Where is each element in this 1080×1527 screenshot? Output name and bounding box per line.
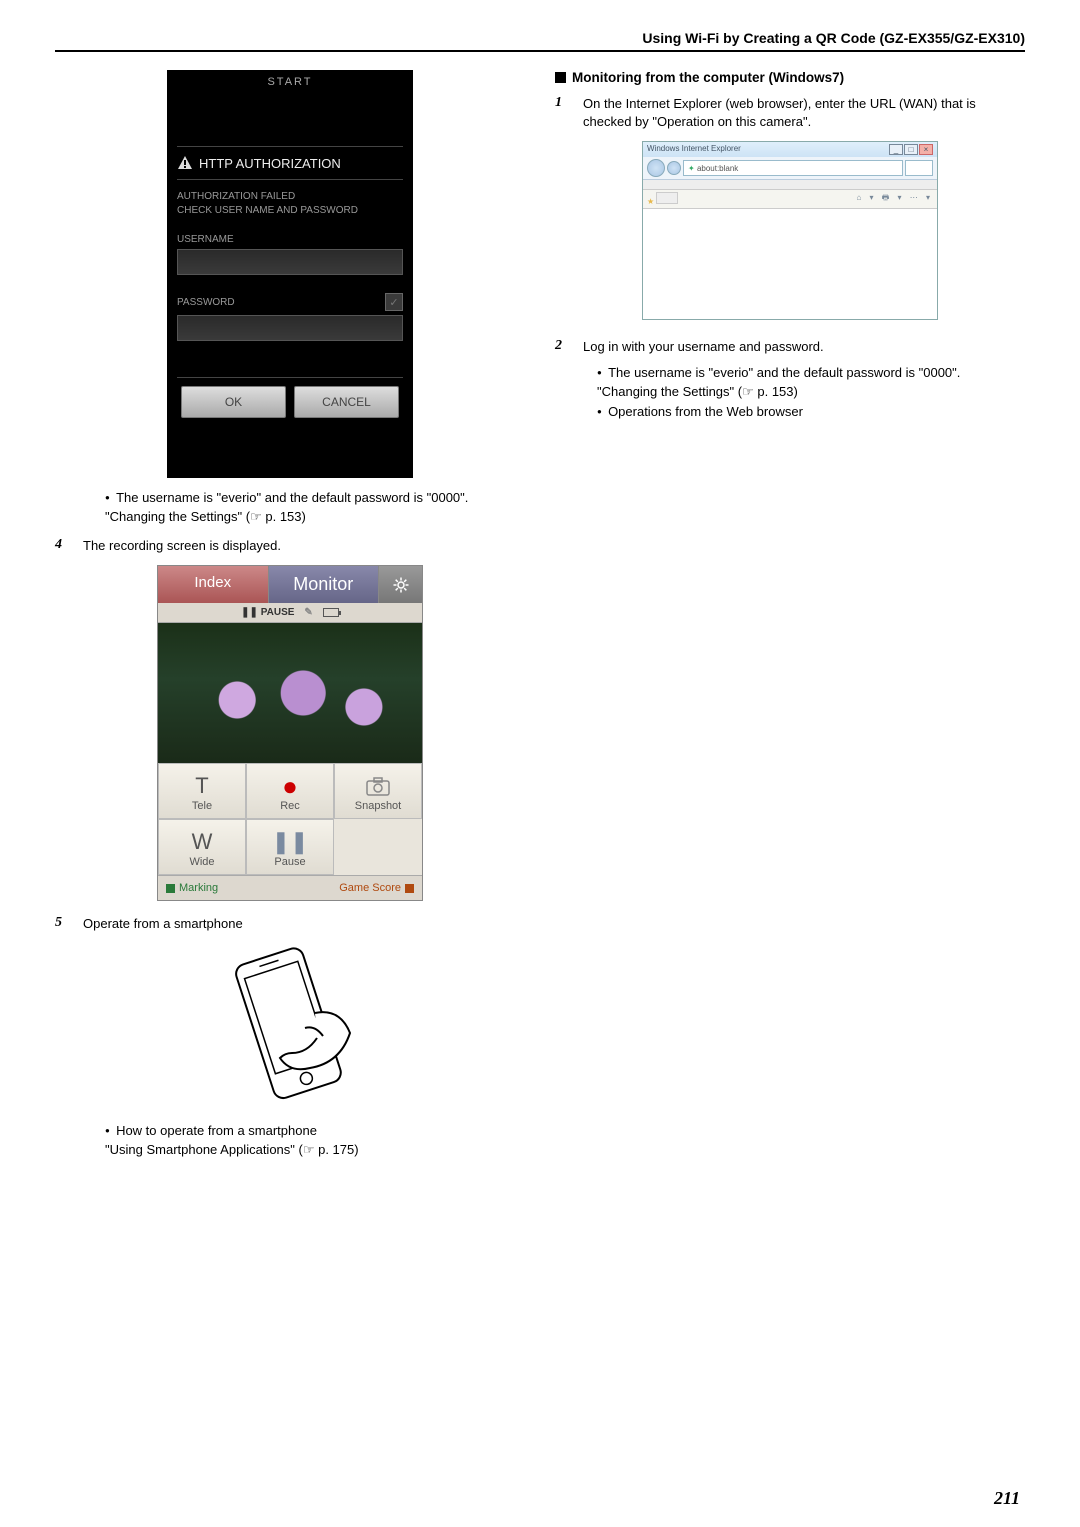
gear-icon	[392, 576, 410, 594]
start-label: START	[167, 70, 413, 94]
empty-cell	[334, 819, 422, 875]
search-box[interactable]	[905, 160, 933, 176]
ie-menubar	[643, 180, 937, 190]
tab-monitor[interactable]: Monitor	[269, 566, 379, 603]
favorites-icon[interactable]: ★	[647, 197, 654, 206]
r2-web-browser-ops: Operations from the Web browser	[597, 402, 1025, 422]
rec-button[interactable]: ● Rec	[246, 763, 334, 819]
link-changing-settings: "Changing the Settings" (☞ p. 153)	[105, 509, 525, 525]
tab-settings-gear[interactable]	[378, 566, 422, 603]
show-password-checkbox[interactable]: ✓	[385, 293, 403, 311]
wide-button[interactable]: W Wide	[158, 819, 246, 875]
step-number-4: 4	[55, 537, 73, 555]
step-r2-text: Log in with your username and password.	[583, 338, 1025, 356]
status-pause-label: ❚❚ PAUSE	[241, 607, 294, 618]
smartphone-illustration	[210, 943, 370, 1113]
note-default-credentials: The username is "everio" and the default…	[105, 490, 525, 505]
step-4-text: The recording screen is displayed.	[83, 537, 525, 555]
pause-button[interactable]: ❚❚ Pause	[246, 819, 334, 875]
page-section-header: Using Wi-Fi by Creating a QR Code (GZ-EX…	[55, 30, 1025, 46]
warning-icon	[177, 155, 193, 171]
tab-index[interactable]: Index	[158, 566, 269, 603]
snapshot-button[interactable]: Snapshot	[334, 763, 422, 819]
r2-link-settings: "Changing the Settings" (☞ p. 153)	[597, 382, 1025, 402]
ie-browser-screenshot: Windows Internet Explorer _□× ✦ about:bl…	[642, 141, 938, 320]
monitor-app-screenshot: Index Monitor ❚❚ PAUSE ✎ T Tele ● Re	[157, 565, 423, 901]
forward-button[interactable]	[667, 161, 681, 175]
ie-toolbar-icons[interactable]: ⌂ ▾ 🖶 ▾ ⋯ ▾	[856, 192, 933, 206]
password-input[interactable]	[177, 315, 403, 341]
auth-fail-line2: CHECK USER NAME AND PASSWORD	[177, 204, 403, 218]
battery-icon	[323, 608, 339, 617]
link-smartphone-apps: "Using Smartphone Applications" (☞ p. 17…	[105, 1142, 525, 1158]
subheading-monitoring-computer: Monitoring from the computer (Windows7)	[555, 70, 1025, 85]
header-rule	[55, 50, 1025, 52]
ie-window-title: Windows Internet Explorer	[647, 144, 741, 155]
auth-dialog-title: HTTP AUTHORIZATION	[177, 146, 403, 180]
marking-button[interactable]: Marking	[166, 882, 218, 894]
r2-credentials-note: The username is "everio" and the default…	[597, 363, 1025, 383]
tele-button[interactable]: T Tele	[158, 763, 246, 819]
step-5-text: Operate from a smartphone	[83, 915, 525, 933]
live-preview-area	[158, 623, 422, 763]
ie-content-area	[643, 209, 937, 319]
auth-fail-line1: AUTHORIZATION FAILED	[177, 190, 403, 204]
step-number-r1: 1	[555, 95, 573, 131]
password-label: PASSWORD	[177, 297, 235, 308]
step-r1-text: On the Internet Explorer (web browser), …	[583, 95, 1025, 131]
game-score-button[interactable]: Game Score	[339, 882, 414, 894]
cancel-button[interactable]: CANCEL	[294, 386, 399, 418]
camera-icon	[365, 775, 391, 797]
step-number-5: 5	[55, 915, 73, 933]
address-bar[interactable]: ✦ about:blank	[683, 160, 903, 176]
page-number: 211	[994, 1488, 1020, 1509]
username-input[interactable]	[177, 249, 403, 275]
note-how-to-operate: How to operate from a smartphone	[105, 1123, 525, 1138]
step-number-r2: 2	[555, 338, 573, 421]
back-button[interactable]	[647, 159, 665, 177]
ok-button[interactable]: OK	[181, 386, 286, 418]
username-label: USERNAME	[177, 234, 403, 245]
window-buttons[interactable]: _□×	[888, 144, 933, 155]
http-auth-screenshot: START HTTP AUTHORIZATION AUTHORIZATION F…	[167, 70, 413, 478]
